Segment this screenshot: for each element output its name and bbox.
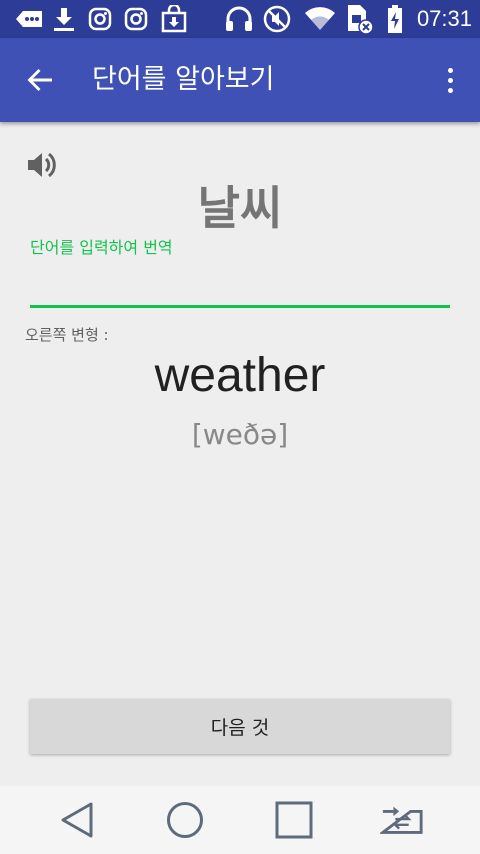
nav-home-button[interactable] bbox=[163, 800, 207, 840]
status-bar: 07:31 bbox=[0, 0, 480, 38]
mute-icon bbox=[262, 5, 292, 33]
wifi-icon bbox=[304, 5, 336, 33]
switch-app-icon bbox=[380, 806, 423, 834]
sim-error-icon bbox=[344, 5, 376, 35]
translate-input-group: 단어를 입력하여 번역 bbox=[30, 234, 450, 310]
more-vert-icon bbox=[447, 67, 453, 73]
headphones-icon bbox=[224, 5, 254, 33]
arrow-back-icon bbox=[27, 69, 52, 91]
input-underline bbox=[30, 305, 450, 308]
phonetic-transcription: [weðə] bbox=[191, 418, 289, 451]
page-title: 단어를 알아보기 bbox=[92, 64, 275, 95]
translate-input[interactable] bbox=[30, 264, 450, 304]
home-circle-icon bbox=[167, 802, 203, 838]
instagram-icon bbox=[124, 5, 148, 33]
instagram-icon bbox=[88, 5, 112, 33]
nav-recents-button[interactable] bbox=[272, 800, 316, 840]
messages-icon bbox=[14, 5, 44, 33]
app-bar: 단어를 알아보기 bbox=[0, 38, 480, 122]
input-label: 단어를 입력하여 번역 bbox=[30, 238, 173, 257]
translation-word: weather bbox=[154, 349, 326, 402]
next-button[interactable]: 다음 것 bbox=[30, 699, 450, 754]
navigation-bar bbox=[0, 786, 480, 854]
variant-label: 오른쪽 변형 : bbox=[25, 326, 109, 344]
back-triangle-icon bbox=[61, 802, 93, 838]
download-icon bbox=[52, 5, 76, 33]
recents-square-icon bbox=[275, 801, 313, 839]
status-time: 07:31 bbox=[416, 6, 472, 31]
more-options-button[interactable] bbox=[440, 60, 460, 100]
nav-back-button[interactable] bbox=[55, 800, 99, 840]
source-word: 날씨 bbox=[197, 181, 283, 235]
battery-charging-icon bbox=[386, 5, 404, 33]
back-button[interactable] bbox=[18, 60, 62, 100]
nav-switch-button[interactable] bbox=[380, 800, 424, 840]
store-download-icon bbox=[160, 5, 188, 33]
